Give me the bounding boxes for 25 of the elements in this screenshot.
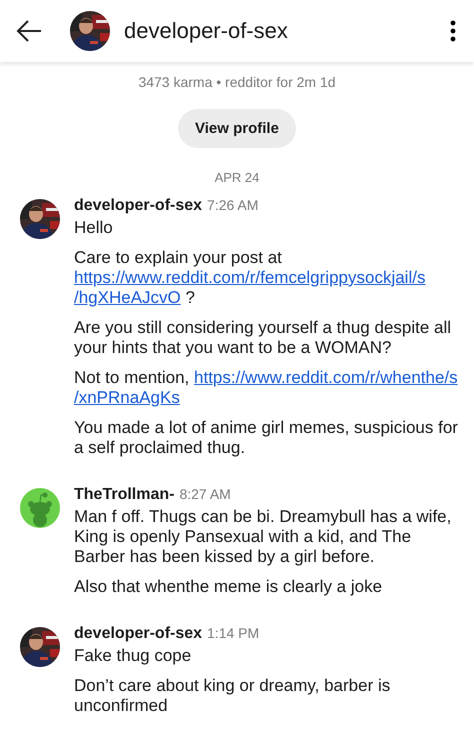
view-profile-button[interactable]: View profile <box>178 109 296 148</box>
username[interactable]: TheTrollman- <box>74 486 174 504</box>
karma-stats: 3473 karma • redditor for 2m 1d <box>138 74 336 90</box>
message-text: Don’t care about king or dreamy, barber is unconfirmed <box>74 676 392 716</box>
username[interactable]: developer-of-sex <box>74 625 202 643</box>
avatar-icon <box>20 488 60 528</box>
more-options-icon[interactable] <box>450 20 456 42</box>
message-text: Are you still considering yourself a thug despite all your hints that you want to be a WOMAN? <box>74 318 452 358</box>
link[interactable]: /hgXHeAJcvO <box>74 288 181 307</box>
date-divider: APR 24 <box>214 170 260 185</box>
link[interactable]: https://www.reddit.com/r/whenthe/s <box>194 368 458 387</box>
message-text: Not to mention, https://www.reddit.com/r/whenthe/s /xnPRnaAgKs <box>74 368 459 408</box>
timestamp: 7:26 AM <box>207 197 258 213</box>
timestamp: 8:27 AM <box>179 486 231 502</box>
message-text: Man f off. Thugs can be bi. Dreamybull has a wife, King is openly Pansexual with a kid, and The Barber has been kissed by a girl before. <box>74 507 452 567</box>
link[interactable]: /xnPRnaAgKs <box>74 388 180 407</box>
message-text: Also that whenthe meme is clearly a joke <box>74 577 384 597</box>
message-text: You made a lot of anime girl memes, suspicious for a self proclaimed thug. <box>74 418 459 458</box>
message-text: Hello <box>74 218 114 238</box>
timestamp: 1:14 PM <box>207 625 260 641</box>
message-text: Fake thug cope <box>74 646 192 666</box>
link[interactable]: https://www.reddit.com/r/femcelgrippysockjail/s <box>74 268 426 287</box>
chat-title: developer-of-sex <box>124 18 289 44</box>
message-text: Care to explain your post at https://www.reddit.com/r/femcelgrippysockjail/s /hgXHeAJcvO ? <box>74 248 426 308</box>
username[interactable]: developer-of-sex <box>74 197 202 215</box>
